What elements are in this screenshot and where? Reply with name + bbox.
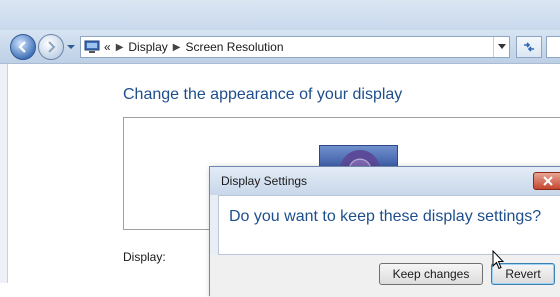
screen-resolution-window: « ▶ Display ▶ Screen Resolution Change t… — [0, 0, 560, 297]
window-title-bar — [0, 0, 560, 30]
close-icon — [543, 176, 553, 186]
forward-button[interactable] — [38, 34, 64, 60]
breadcrumb-arrow-icon[interactable]: ▶ — [116, 42, 124, 53]
dialog-close-button[interactable] — [533, 172, 560, 190]
display-label: Display: — [123, 250, 166, 264]
control-panel-icon — [84, 40, 100, 53]
chevron-down-icon[interactable] — [66, 42, 76, 52]
breadcrumb-screen-resolution[interactable]: Screen Resolution — [185, 40, 283, 54]
breadcrumb-display[interactable]: Display — [128, 40, 167, 54]
breadcrumb-overflow[interactable]: « — [104, 40, 111, 54]
forward-arrow-icon — [48, 41, 56, 53]
content-left-edge — [0, 64, 8, 283]
display-settings-dialog: Display Settings Do you want to keep the… — [209, 166, 560, 297]
keep-changes-button[interactable]: Keep changes — [379, 263, 483, 285]
page-title: Change the appearance of your display — [123, 86, 403, 103]
breadcrumb-arrow-icon[interactable]: ▶ — [173, 42, 181, 53]
back-arrow-icon — [18, 41, 26, 53]
monitor-icon[interactable] — [319, 145, 398, 167]
monitor-number-badge — [340, 150, 380, 166]
navigation-bar: « ▶ Display ▶ Screen Resolution — [0, 30, 560, 64]
refresh-button[interactable] — [516, 36, 542, 58]
back-button[interactable] — [10, 34, 36, 60]
dialog-body: Do you want to keep these display settin… — [218, 195, 560, 255]
address-bar[interactable]: « ▶ Display ▶ Screen Resolution — [80, 36, 510, 58]
chevron-down-icon — [497, 44, 506, 49]
dialog-title: Display Settings — [221, 174, 308, 188]
refresh-icon — [524, 42, 534, 52]
dialog-title-bar[interactable]: Display Settings — [210, 167, 560, 195]
search-box[interactable] — [546, 36, 560, 58]
mouse-pointer-icon — [492, 250, 504, 270]
dialog-message: Do you want to keep these display settin… — [229, 208, 542, 225]
address-dropdown-button[interactable] — [493, 37, 509, 57]
